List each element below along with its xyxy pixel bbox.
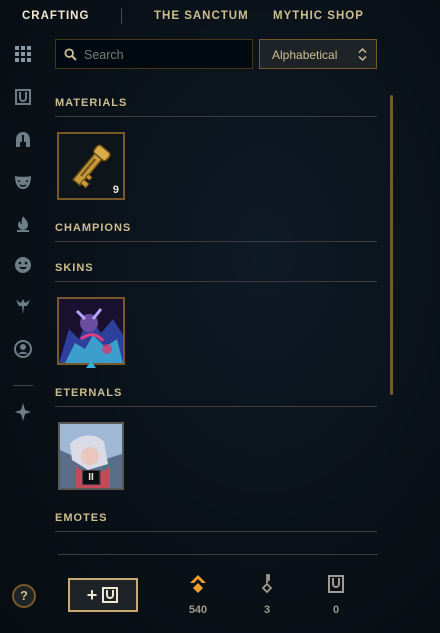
sort-label: Alphabetical xyxy=(272,48,338,62)
section-skins: SKINS xyxy=(55,262,94,274)
tab-mythic-shop[interactable]: MYTHIC SHOP xyxy=(273,10,364,22)
orange-essence-value: 540 xyxy=(188,604,208,616)
key-icon xyxy=(261,574,273,594)
footer-divider xyxy=(58,554,378,555)
tab-crafting[interactable]: CRAFTING xyxy=(22,10,89,22)
section-divider xyxy=(55,241,377,242)
top-tabs: CRAFTING THE SANCTUM MYTHIC SHOP xyxy=(0,0,440,34)
skin-shard-item[interactable] xyxy=(57,297,125,365)
chest-counter: 0 xyxy=(316,574,356,616)
section-divider xyxy=(55,116,377,117)
add-label: + xyxy=(86,584,98,605)
section-champions: CHAMPIONS xyxy=(55,222,132,234)
orange-essence-icon xyxy=(190,575,206,593)
sidebar-divider xyxy=(13,385,33,386)
eternal-item[interactable]: II xyxy=(58,422,124,490)
rarity-gem-icon xyxy=(86,361,96,368)
orange-essence-counter: 540 xyxy=(178,574,218,616)
search-box xyxy=(55,39,253,69)
section-eternals: ETERNALS xyxy=(55,387,123,399)
key-counter: 3 xyxy=(247,574,287,616)
eternal-tier-badge: II xyxy=(82,470,100,485)
profile-icon[interactable] xyxy=(13,339,33,359)
chest-icon xyxy=(328,575,344,593)
chest-icon xyxy=(102,587,119,603)
item-count: 9 xyxy=(112,184,119,196)
section-materials: MATERIALS xyxy=(55,97,128,109)
scrollbar[interactable] xyxy=(390,95,393,395)
search-icon xyxy=(64,48,77,61)
ward-icon[interactable] xyxy=(13,214,33,234)
section-divider xyxy=(55,406,377,407)
tab-divider xyxy=(121,8,122,24)
mask-icon[interactable] xyxy=(13,172,33,192)
chest-value: 0 xyxy=(332,604,340,616)
section-emotes: EMOTES xyxy=(55,512,108,524)
search-input[interactable] xyxy=(82,44,251,66)
tab-the-sanctum[interactable]: THE SANCTUM xyxy=(154,10,249,22)
sort-dropdown[interactable]: Alphabetical xyxy=(259,39,377,69)
help-button[interactable]: ? xyxy=(12,584,36,608)
emote-icon[interactable] xyxy=(13,255,33,275)
add-chest-button[interactable]: + xyxy=(68,578,138,612)
skin-art-image xyxy=(59,299,123,363)
key-value: 3 xyxy=(263,604,271,616)
companion-icon[interactable] xyxy=(13,402,33,422)
section-divider xyxy=(55,531,377,532)
helmet-icon[interactable] xyxy=(13,130,33,150)
section-divider xyxy=(55,281,377,282)
key-fragment-item[interactable]: 9 xyxy=(57,132,125,200)
chest-icon[interactable] xyxy=(13,87,33,107)
summoner-icon[interactable] xyxy=(13,296,33,316)
grid-icon[interactable] xyxy=(13,44,33,64)
filter-sidebar xyxy=(0,34,46,633)
chevron-up-down-icon xyxy=(358,47,367,62)
